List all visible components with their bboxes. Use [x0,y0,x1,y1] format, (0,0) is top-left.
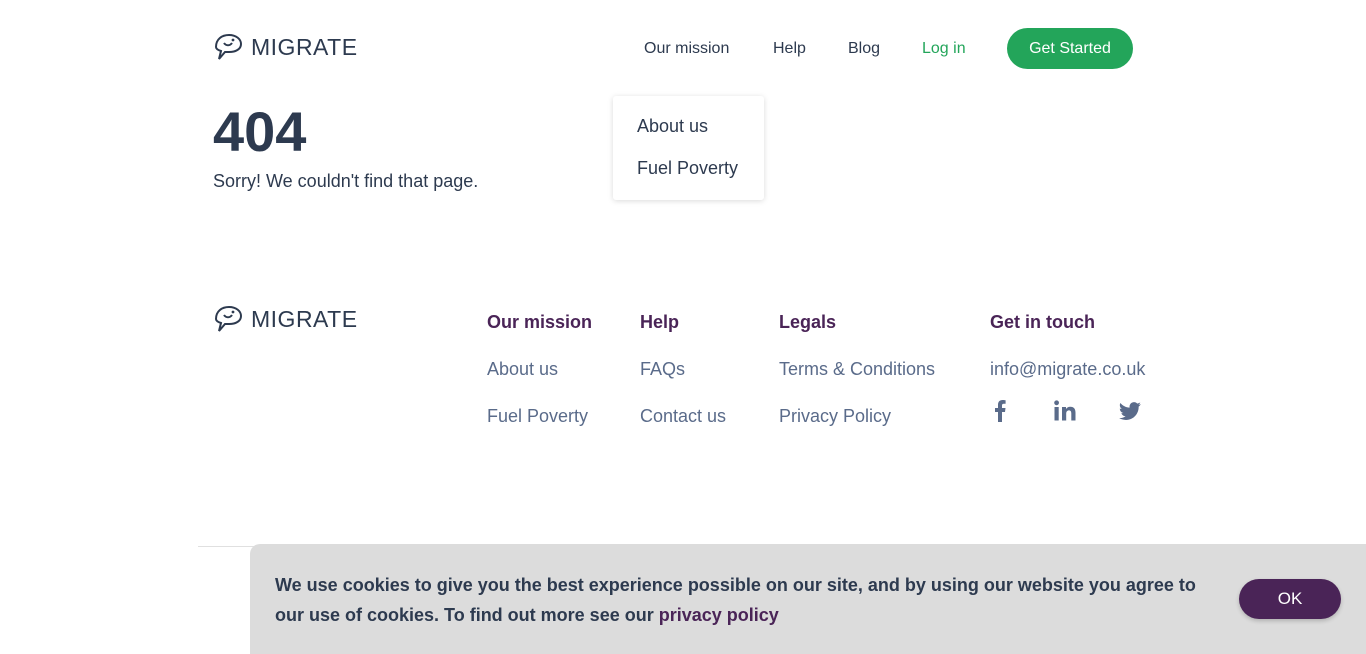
footer-logo[interactable]: MIGRATE [213,305,358,333]
footer-heading: Help [640,312,680,332]
footer-column-get-in-touch: Get in touch info@migrate.co.uk [990,311,1145,380]
facebook-icon[interactable] [994,400,1006,422]
main-nav: Our mission Help Blog Log in Get Started [0,28,1366,69]
cookie-banner: We use cookies to give you the best expe… [250,544,1366,654]
footer-link-terms[interactable]: Terms & Conditions [779,358,935,380]
footer-heading: Get in touch [990,312,1095,332]
logo-bird-icon [214,305,243,332]
nav-login[interactable]: Log in [922,28,966,69]
footer-link-faqs[interactable]: FAQs [640,358,726,380]
our-mission-dropdown: About us Fuel Poverty [613,96,764,200]
nav-help[interactable]: Help [773,28,806,69]
linkedin-icon[interactable] [1054,400,1076,421]
dropdown-item-about-us[interactable]: About us [637,116,708,137]
footer-link-email[interactable]: info@migrate.co.uk [990,358,1145,380]
logo-wordmark: MIGRATE [251,305,358,332]
nav-our-mission[interactable]: Our mission [644,28,729,69]
footer-link-fuel-poverty[interactable]: Fuel Poverty [487,405,592,427]
cookie-message: We use cookies to give you the best expe… [275,570,1205,630]
error-message: Sorry! We couldn't find that page. [213,171,479,191]
get-started-button[interactable]: Get Started [1007,28,1133,69]
dropdown-item-fuel-poverty[interactable]: Fuel Poverty [637,158,738,179]
footer-link-privacy-policy[interactable]: Privacy Policy [779,405,935,427]
twitter-icon[interactable] [1119,402,1141,420]
footer-link-contact-us[interactable]: Contact us [640,405,726,427]
footer-column-legals: Legals Terms & Conditions Privacy Policy [779,311,935,427]
footer-link-about-us[interactable]: About us [487,358,592,380]
footer-heading: Our mission [487,312,593,332]
footer-heading: Legals [779,312,837,332]
footer-divider [198,546,258,547]
privacy-policy-link[interactable]: privacy policy [659,605,779,625]
footer-column-our-mission: Our mission About us Fuel Poverty [487,311,592,427]
footer-column-help: Help FAQs Contact us [640,311,726,427]
nav-blog[interactable]: Blog [848,28,880,69]
error-code: 404 [213,100,307,163]
cookie-ok-button[interactable]: OK [1239,579,1341,619]
